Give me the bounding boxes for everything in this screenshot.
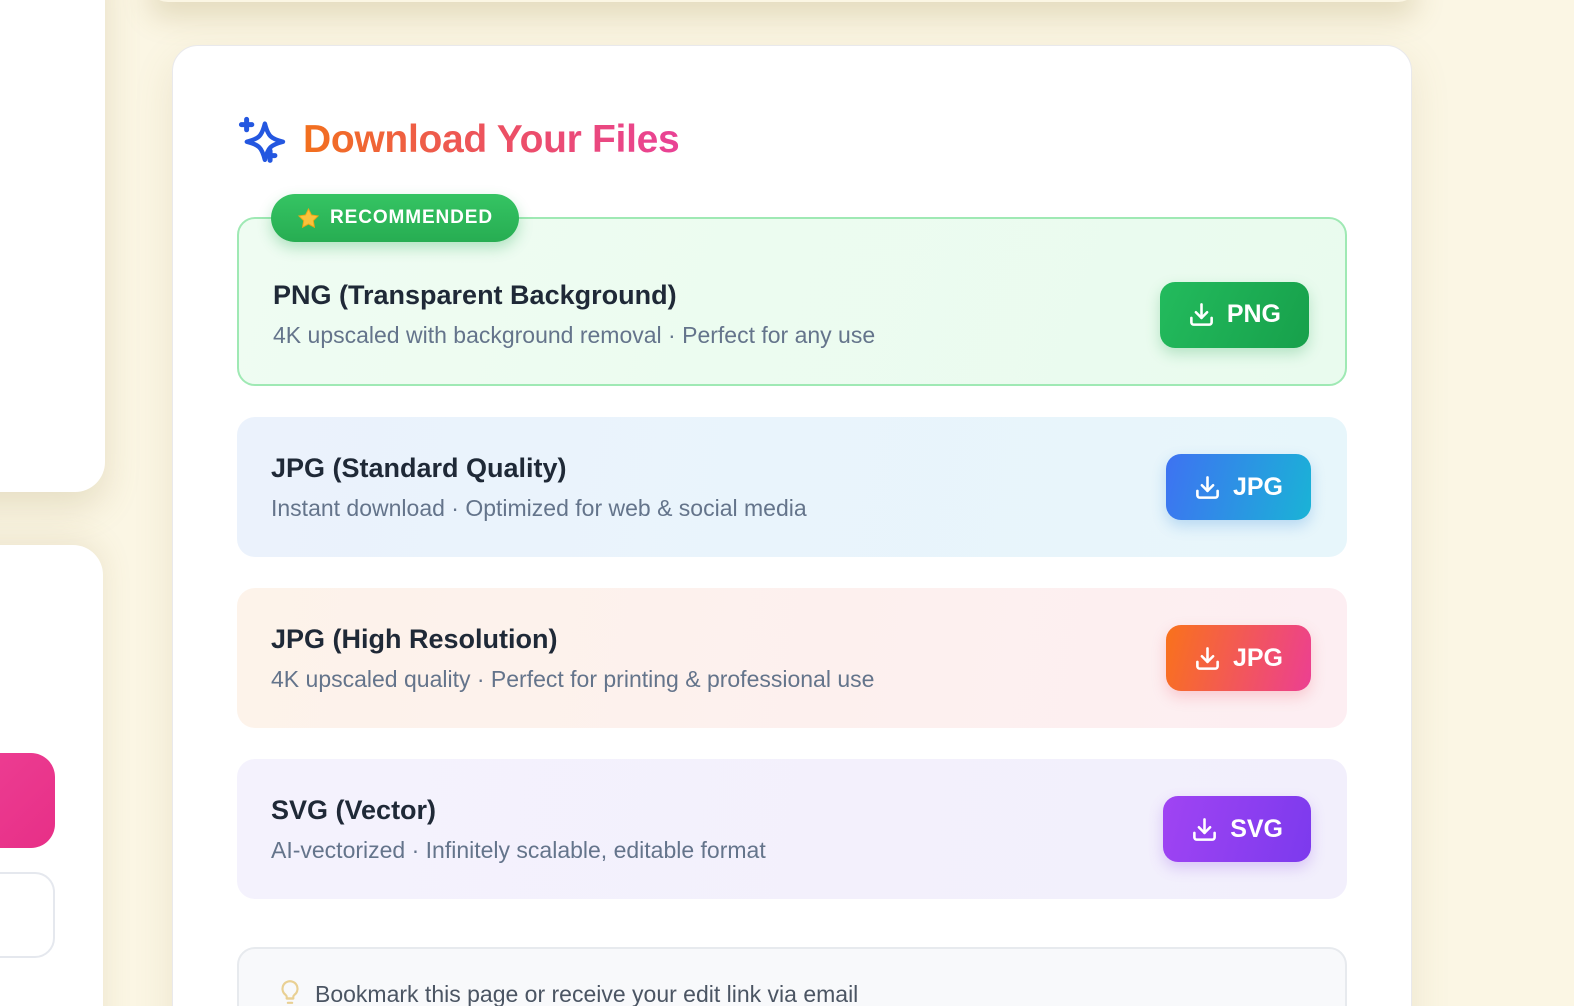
download-files-header: Download Your Files	[237, 116, 1347, 164]
partial-outlined-box	[0, 872, 55, 958]
download-option-text: SVG (Vector) AI-vectorized · Infinitely …	[271, 795, 766, 864]
download-option-description: AI-vectorized · Infinitely scalable, edi…	[271, 836, 766, 863]
download-icon	[1194, 474, 1221, 501]
download-option-card: JPG (Standard Quality) Instant download …	[237, 417, 1347, 557]
partial-side-card-top-left	[0, 0, 105, 492]
bookmark-note-card: Bookmark this page or receive your edit …	[237, 947, 1347, 1006]
download-button-label: SVG	[1230, 814, 1283, 843]
page-title: Download Your Files	[303, 118, 680, 161]
download-button-label: JPG	[1232, 472, 1283, 501]
download-option-text: JPG (High Resolution) 4K upscaled qualit…	[271, 624, 874, 693]
download-button[interactable]: SVG	[1163, 796, 1311, 862]
download-option-description: Instant download · Optimized for web & s…	[271, 494, 807, 521]
lightbulb-icon	[277, 980, 303, 1005]
download-icon	[1191, 816, 1218, 843]
download-button-label: JPG	[1232, 643, 1283, 672]
download-option-title: SVG (Vector)	[271, 794, 437, 825]
download-option-card: SVG (Vector) AI-vectorized · Infinitely …	[237, 759, 1347, 899]
download-options-list: RECOMMENDED PNG (Transparent Background)…	[237, 194, 1347, 899]
download-button-label: PNG	[1226, 300, 1281, 328]
offscreen-card-shadow	[148, 0, 1418, 2]
download-option-card: RECOMMENDED PNG (Transparent Background)…	[237, 194, 1347, 386]
download-option-text: JPG (Standard Quality) Instant download …	[271, 453, 807, 522]
download-button[interactable]: JPG	[1165, 454, 1311, 520]
download-option-card: JPG (High Resolution) 4K upscaled qualit…	[237, 588, 1347, 728]
page-background: Download Your Files RECOMMENDED PNG (Tra…	[0, 0, 1574, 1006]
download-files-card: Download Your Files RECOMMENDED PNG (Tra…	[172, 45, 1412, 1006]
sparkles-icon	[237, 115, 287, 165]
star-icon	[297, 207, 320, 230]
download-button[interactable]: JPG	[1165, 625, 1311, 691]
partial-pink-button[interactable]	[0, 753, 55, 848]
download-option-text: PNG (Transparent Background) 4K upscaled…	[273, 280, 875, 349]
download-option-description: 4K upscaled quality · Perfect for printi…	[271, 665, 875, 692]
recommended-badge-label: RECOMMENDED	[330, 207, 493, 228]
download-option-description: 4K upscaled with background removal · Pe…	[273, 322, 876, 348]
download-option-title: JPG (Standard Quality)	[271, 452, 567, 483]
download-option-title: JPG (High Resolution)	[271, 623, 558, 654]
download-icon	[1194, 645, 1221, 672]
download-button[interactable]: PNG	[1159, 281, 1309, 348]
bookmark-note-text: Bookmark this page or receive your edit …	[315, 981, 859, 1006]
recommended-badge: RECOMMENDED	[271, 194, 519, 242]
download-icon	[1188, 301, 1215, 328]
download-option-title: PNG (Transparent Background)	[273, 280, 677, 310]
